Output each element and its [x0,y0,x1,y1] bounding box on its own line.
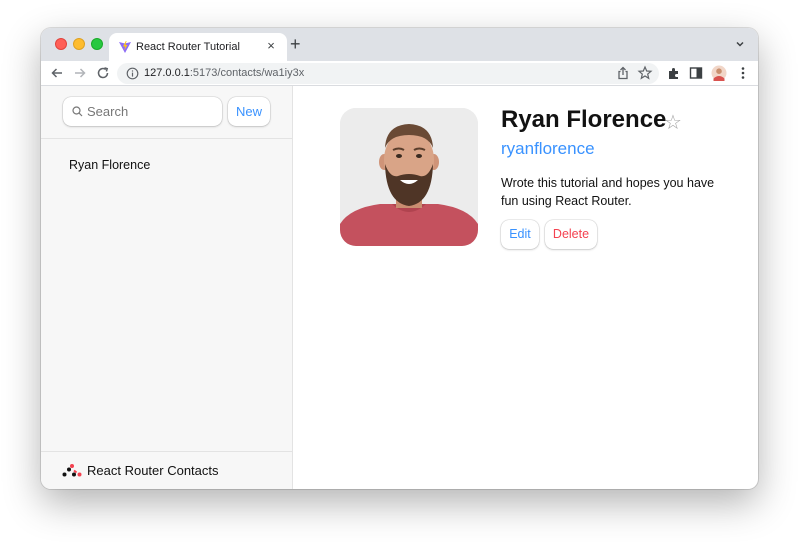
browser-window: React Router Tutorial × + 127.0.0.1:5173… [41,28,758,489]
search-icon [72,106,83,117]
sidebar-footer: React Router Contacts [41,451,293,489]
tab-strip: React Router Tutorial × + [41,28,758,61]
contact-list: Ryan Florence [57,152,277,178]
page-content: New Ryan Florence React Router Contacts [41,86,758,489]
side-panel-icon[interactable] [688,65,704,81]
address-bar[interactable]: 127.0.0.1:5173/contacts/wa1iy3x [117,63,659,84]
tab-react-router-tutorial[interactable]: React Router Tutorial × [109,33,287,61]
contact-detail: Ryan Florence ☆ ryanflorence Wrote this … [294,86,758,489]
contact-list-item[interactable]: Ryan Florence [57,152,277,178]
new-contact-button[interactable]: New [228,97,270,126]
minimize-window-button[interactable] [73,38,85,50]
search-box[interactable] [63,97,222,126]
profile-avatar[interactable] [711,65,727,81]
browser-toolbar: 127.0.0.1:5173/contacts/wa1iy3x [41,61,758,86]
search-input[interactable] [87,101,217,122]
edit-button[interactable]: Edit [501,220,539,249]
favorite-star-icon[interactable]: ☆ [664,113,682,133]
contact-notes: Wrote this tutorial and hopes you have f… [501,176,715,208]
tab-title: React Router Tutorial [136,41,240,53]
menu-icon[interactable] [735,65,751,81]
url-text: 127.0.0.1:5173/contacts/wa1iy3x [144,67,304,79]
url-host: 127.0.0.1 [144,67,190,79]
sidebar: New Ryan Florence React Router Contacts [41,86,293,489]
back-arrow-icon[interactable] [49,65,65,81]
bookmark-star-icon[interactable] [637,65,653,81]
chevron-down-icon[interactable] [734,38,746,50]
contact-photo [340,108,478,246]
new-tab-button[interactable]: + [290,34,301,54]
sidebar-header: New [41,86,293,139]
vite-icon [119,41,131,53]
url-path: :5173/contacts/wa1iy3x [189,67,305,79]
contact-name: Ryan Florence [501,106,667,133]
react-router-logo [62,464,82,477]
reload-icon[interactable] [95,65,111,81]
app-title: React Router Contacts [87,463,219,478]
contact-avatar [340,108,478,246]
share-icon[interactable] [615,65,631,81]
zoom-window-button[interactable] [91,38,103,50]
close-window-button[interactable] [55,38,67,50]
tab-close-icon[interactable]: × [263,38,279,54]
extensions-icon[interactable] [666,65,682,81]
delete-button[interactable]: Delete [545,220,597,249]
contact-handle-link[interactable]: ryanflorence [501,139,595,159]
forward-arrow-icon[interactable] [72,65,88,81]
info-icon[interactable] [126,67,139,80]
